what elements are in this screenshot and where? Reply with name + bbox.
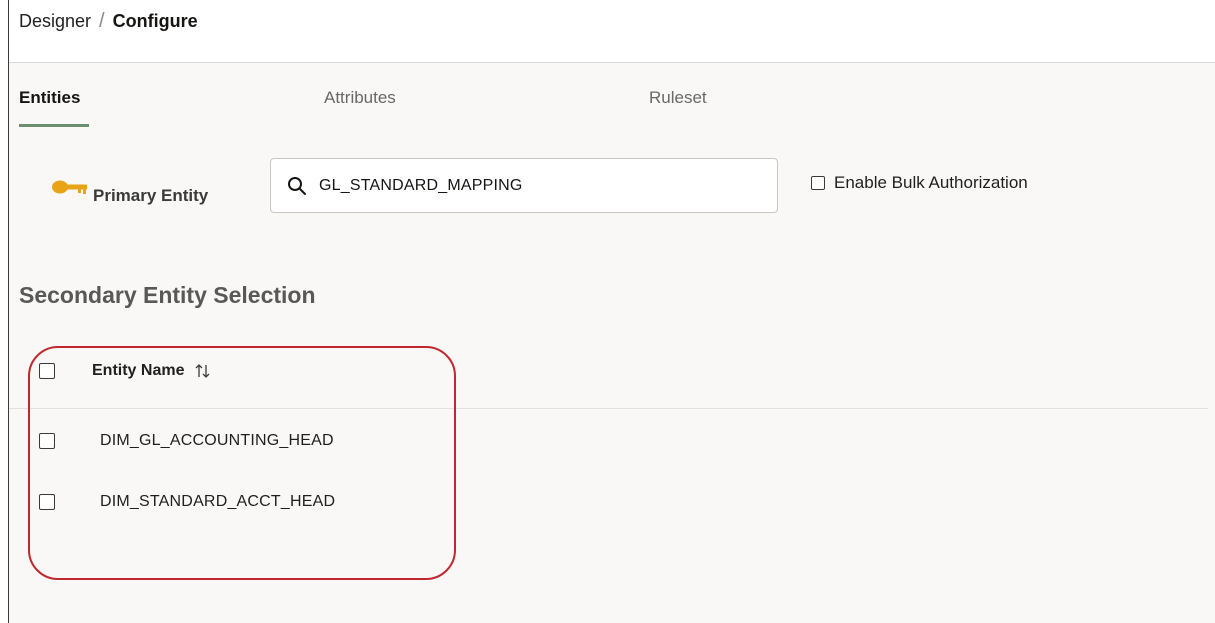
breadcrumb-current: Configure <box>112 11 198 31</box>
table-header: Entity Name <box>39 362 212 380</box>
search-icon <box>288 176 306 195</box>
highlight-annotation <box>28 346 456 580</box>
key-icon <box>52 180 87 194</box>
tab-ruleset[interactable]: Ruleset <box>649 88 707 108</box>
primary-entity-label-group: Primary Entity <box>51 170 208 206</box>
entity-name-cell: DIM_GL_ACCOUNTING_HEAD <box>100 432 334 449</box>
tab-entities[interactable]: Entities <box>19 88 80 108</box>
primary-entity-value: GL_STANDARD_MAPPING <box>319 176 523 194</box>
table-row: DIM_GL_ACCOUNTING_HEAD <box>39 432 334 450</box>
breadcrumb-separator: / <box>99 10 105 32</box>
table-row: DIM_STANDARD_ACCT_HEAD <box>39 493 335 511</box>
secondary-entity-title: Secondary Entity Selection <box>19 282 316 308</box>
tab-bar: Entities Attributes Ruleset <box>19 88 919 128</box>
tab-attributes[interactable]: Attributes <box>324 88 396 108</box>
breadcrumb-designer-link[interactable]: Designer <box>19 11 91 32</box>
row-checkbox[interactable] <box>39 433 55 449</box>
primary-entity-search-input[interactable]: GL_STANDARD_MAPPING <box>270 158 778 213</box>
active-tab-indicator <box>19 124 89 127</box>
page-header: Designer / Configure <box>9 0 1215 63</box>
sort-icon[interactable] <box>194 362 212 380</box>
entity-name-column-header[interactable]: Entity Name <box>92 362 184 380</box>
table-header-divider <box>9 408 1208 409</box>
bulk-authorization-label[interactable]: Enable Bulk Authorization <box>834 173 1028 193</box>
select-all-checkbox[interactable] <box>39 363 55 379</box>
enable-bulk-authorization: Enable Bulk Authorization <box>811 173 1028 193</box>
app-frame: Designer / Configure Entities Attributes… <box>8 0 1215 623</box>
bulk-authorization-checkbox[interactable] <box>811 176 825 190</box>
entity-name-cell: DIM_STANDARD_ACCT_HEAD <box>100 493 336 510</box>
row-checkbox[interactable] <box>39 494 55 510</box>
primary-entity-label: Primary Entity <box>93 186 209 205</box>
breadcrumb: Designer / Configure <box>19 10 198 33</box>
